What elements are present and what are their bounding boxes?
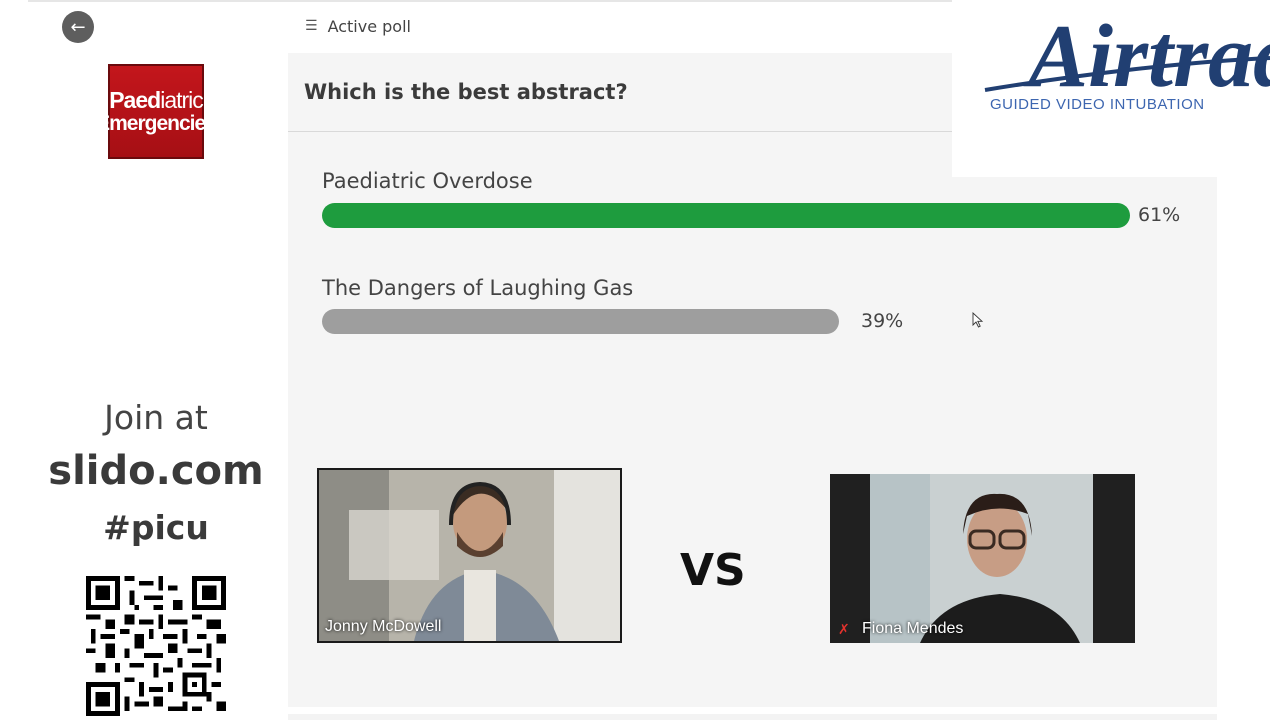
join-url: slido.com xyxy=(48,448,264,494)
poll-question: Which is the best abstract? xyxy=(304,80,628,104)
poll-panel-footer xyxy=(288,714,1217,720)
poll-option-label: Paediatric Overdose xyxy=(322,169,533,193)
poll-option-percent: 39% xyxy=(861,310,904,332)
muted-microphone-icon: ✗ xyxy=(838,622,850,638)
back-button[interactable]: ← xyxy=(62,11,94,43)
event-code: #picu xyxy=(103,508,209,547)
arrow-left-icon: ← xyxy=(70,16,86,38)
airtraq-tagline: GUIDED VIDEO INTUBATION xyxy=(990,96,1205,113)
poll-question-area: Which is the best abstract? xyxy=(288,53,952,132)
poll-option-bar-fill xyxy=(322,309,839,334)
vs-label: VS xyxy=(680,545,746,596)
active-poll-header: ☰ Active poll xyxy=(288,0,952,52)
list-icon: ☰ xyxy=(305,18,318,34)
mouse-cursor-icon xyxy=(972,312,984,328)
poll-option-bar-fill xyxy=(322,203,1130,228)
logo-text-paed: Paed xyxy=(109,87,161,114)
poll-option-bar xyxy=(322,309,1130,334)
video-tile-fiona[interactable]: ✗ Fiona Mendes xyxy=(830,474,1135,643)
participant-name: Fiona Mendes xyxy=(862,620,964,637)
qr-code xyxy=(86,576,226,716)
airtraq-logo-text: Airtraq xyxy=(1023,7,1270,106)
participant-video-feed xyxy=(830,474,1135,643)
join-at-label: Join at xyxy=(104,398,208,437)
poll-option-label: The Dangers of Laughing Gas xyxy=(322,276,634,300)
poll-option-bar xyxy=(322,203,1130,228)
logo-text-iatric: iatric xyxy=(160,87,204,114)
video-tile-jonny[interactable]: Jonny McDowell xyxy=(317,468,622,643)
participant-name: Jonny McDowell xyxy=(325,618,442,635)
poll-option-percent: 61% xyxy=(1138,204,1181,226)
participant-video-feed xyxy=(319,470,620,641)
paediatric-emergencies-logo: Paediatric Emergencies xyxy=(96,64,217,159)
active-poll-title: Active poll xyxy=(327,16,411,36)
logo-text-emergencies: Emergencies xyxy=(96,111,217,135)
